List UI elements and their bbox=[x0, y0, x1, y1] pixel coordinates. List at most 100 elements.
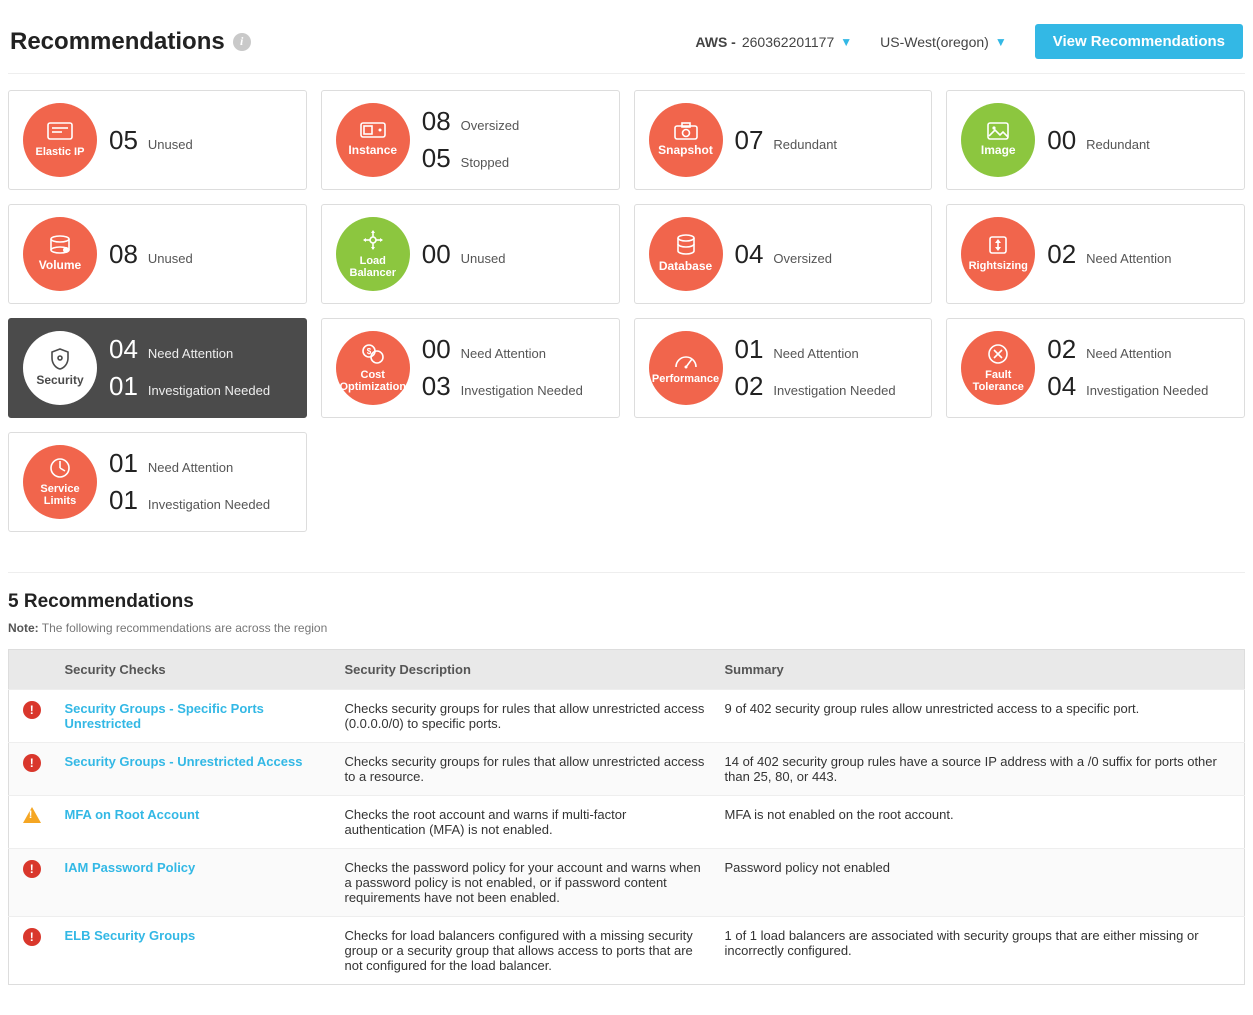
region-selector[interactable]: US-West(oregon) ▼ bbox=[880, 34, 1007, 50]
chevron-down-icon: ▼ bbox=[995, 35, 1007, 49]
metric: 01Investigation Needed bbox=[109, 371, 270, 402]
critical-icon: ! bbox=[23, 860, 41, 878]
col-checks[interactable]: Security Checks bbox=[55, 650, 335, 690]
metric: 08 Unused bbox=[109, 239, 193, 270]
metric: 00Need Attention bbox=[422, 334, 583, 365]
description-cell: Checks the root account and warns if mul… bbox=[335, 796, 715, 849]
metric-number: 04 bbox=[735, 239, 764, 270]
metric: 03Investigation Needed bbox=[422, 371, 583, 402]
metric: 01Need Attention bbox=[109, 448, 270, 479]
card-metrics: 02 Need Attention bbox=[1047, 239, 1171, 270]
chevron-down-icon: ▼ bbox=[840, 35, 852, 49]
recommendations-table: Security Checks Security Description Sum… bbox=[8, 649, 1245, 985]
summary-cell: MFA is not enabled on the root account. bbox=[715, 796, 1245, 849]
metric-label: Stopped bbox=[461, 155, 509, 170]
summary-cell: Password policy not enabled bbox=[715, 849, 1245, 917]
service-limits-icon: Service Limits bbox=[23, 445, 97, 519]
check-name-cell: MFA on Root Account bbox=[55, 796, 335, 849]
severity-cell: ! bbox=[9, 690, 55, 743]
description-cell: Checks the password policy for your acco… bbox=[335, 849, 715, 917]
performance-icon: Performance bbox=[649, 331, 723, 405]
metric-label: Need Attention bbox=[461, 346, 546, 361]
table-row: ! IAM Password Policy Checks the password … bbox=[9, 849, 1245, 917]
metric-label: Unused bbox=[148, 251, 193, 266]
metric-number: 00 bbox=[1047, 125, 1076, 156]
card-instance[interactable]: Instance08Oversized05Stopped bbox=[321, 90, 620, 190]
elastic-ip-icon: Elastic IP bbox=[23, 103, 97, 177]
metric-number: 08 bbox=[109, 239, 138, 270]
title-wrap: Recommendations i bbox=[10, 28, 251, 56]
card-fault-tolerance[interactable]: Fault Tolerance02Need Attention04Investi… bbox=[946, 318, 1245, 418]
metric-label: Unused bbox=[148, 137, 193, 152]
database-icon: Database bbox=[649, 217, 723, 291]
card-metrics: 00 Redundant bbox=[1047, 125, 1150, 156]
metric: 04Investigation Needed bbox=[1047, 371, 1208, 402]
col-summary[interactable]: Summary bbox=[715, 650, 1245, 690]
card-service-limits[interactable]: Service Limits01Need Attention01Investig… bbox=[8, 432, 307, 532]
metric-number: 00 bbox=[422, 239, 451, 270]
card-image[interactable]: Image00Redundant bbox=[946, 90, 1245, 190]
check-link[interactable]: Security Groups - Unrestricted Access bbox=[65, 754, 303, 769]
metric: 08 Oversized bbox=[422, 106, 519, 137]
metric-number: 01 bbox=[109, 448, 138, 479]
check-link[interactable]: Security Groups - Specific Ports Unrestr… bbox=[65, 701, 264, 731]
severity-cell: ! bbox=[9, 743, 55, 796]
account-selector[interactable]: AWS - 260362201177 ▼ bbox=[695, 34, 852, 50]
summary-cell: 9 of 402 security group rules allow unre… bbox=[715, 690, 1245, 743]
card-cost-optimization[interactable]: $Cost Optimization00Need Attention03Inve… bbox=[321, 318, 620, 418]
severity-cell: ! bbox=[9, 917, 55, 985]
card-metrics: 01Need Attention01Investigation Needed bbox=[109, 448, 270, 516]
description-cell: Checks for load balancers configured wit… bbox=[335, 917, 715, 985]
check-link[interactable]: ELB Security Groups bbox=[65, 928, 196, 943]
metric-label: Need Attention bbox=[1086, 346, 1171, 361]
snapshot-icon: Snapshot bbox=[649, 103, 723, 177]
metric-label: Need Attention bbox=[1086, 251, 1171, 266]
metric-number: 05 bbox=[109, 125, 138, 156]
metric-label: Investigation Needed bbox=[148, 497, 270, 512]
card-security[interactable]: Security04Need Attention01Investigation … bbox=[8, 318, 307, 418]
col-description[interactable]: Security Description bbox=[335, 650, 715, 690]
card-performance[interactable]: Performance01Need Attention02Investigati… bbox=[634, 318, 933, 418]
card-snapshot[interactable]: Snapshot 07Redundant bbox=[634, 90, 933, 190]
check-link[interactable]: IAM Password Policy bbox=[65, 860, 196, 875]
severity-cell: ! bbox=[9, 849, 55, 917]
metric: 01Investigation Needed bbox=[109, 485, 270, 516]
metric-label: Oversized bbox=[461, 118, 520, 133]
warning-icon bbox=[23, 807, 41, 823]
card-metrics: 00 Unused bbox=[422, 239, 506, 270]
description-cell: Checks security groups for rules that al… bbox=[335, 743, 715, 796]
view-recommendations-button[interactable]: View Recommendations bbox=[1035, 24, 1243, 59]
col-status bbox=[9, 650, 55, 690]
page-header: Recommendations i AWS - 260362201177 ▼ U… bbox=[8, 8, 1245, 74]
card-load-balancer[interactable]: Load Balancer 00 Unused bbox=[321, 204, 620, 304]
card-database[interactable]: Database 04Oversized bbox=[634, 204, 933, 304]
metric-number: 02 bbox=[1047, 334, 1076, 365]
metric-label: Redundant bbox=[1086, 137, 1150, 152]
metric-label: Redundant bbox=[773, 137, 837, 152]
metric-number: 08 bbox=[422, 106, 451, 137]
provider-value: 260362201177 bbox=[742, 34, 834, 50]
rightsizing-icon: Rightsizing bbox=[961, 217, 1035, 291]
card-metrics: 08 Unused bbox=[109, 239, 193, 270]
card-metrics: 07Redundant bbox=[735, 125, 838, 156]
check-link[interactable]: MFA on Root Account bbox=[65, 807, 200, 822]
metric-label: Investigation Needed bbox=[461, 383, 583, 398]
metric-label: Unused bbox=[461, 251, 506, 266]
section-note: Note: The following recommendations are … bbox=[8, 621, 1245, 635]
card-volume[interactable]: Volume 08 Unused bbox=[8, 204, 307, 304]
metric-number: 04 bbox=[1047, 371, 1076, 402]
card-rightsizing[interactable]: Rightsizing 02 Need Attention bbox=[946, 204, 1245, 304]
metric-number: 02 bbox=[1047, 239, 1076, 270]
card-metrics: 08Oversized05Stopped bbox=[422, 106, 519, 174]
note-label: Note: bbox=[8, 621, 39, 635]
volume-icon: Volume bbox=[23, 217, 97, 291]
card-metrics: 00Need Attention 03Investigation Needed bbox=[422, 334, 583, 402]
card-metrics: 04Oversized bbox=[735, 239, 832, 270]
card-metrics: 05 Unused bbox=[109, 125, 193, 156]
provider-label: AWS - bbox=[695, 34, 735, 50]
check-name-cell: Security Groups - Unrestricted Access bbox=[55, 743, 335, 796]
cards-grid: Elastic IP05UnusedInstance08Oversized05S… bbox=[8, 74, 1245, 548]
card-elastic-ip[interactable]: Elastic IP 05 Unused bbox=[8, 90, 307, 190]
load-balancer-icon: Load Balancer bbox=[336, 217, 410, 291]
info-icon[interactable]: i bbox=[233, 33, 251, 51]
